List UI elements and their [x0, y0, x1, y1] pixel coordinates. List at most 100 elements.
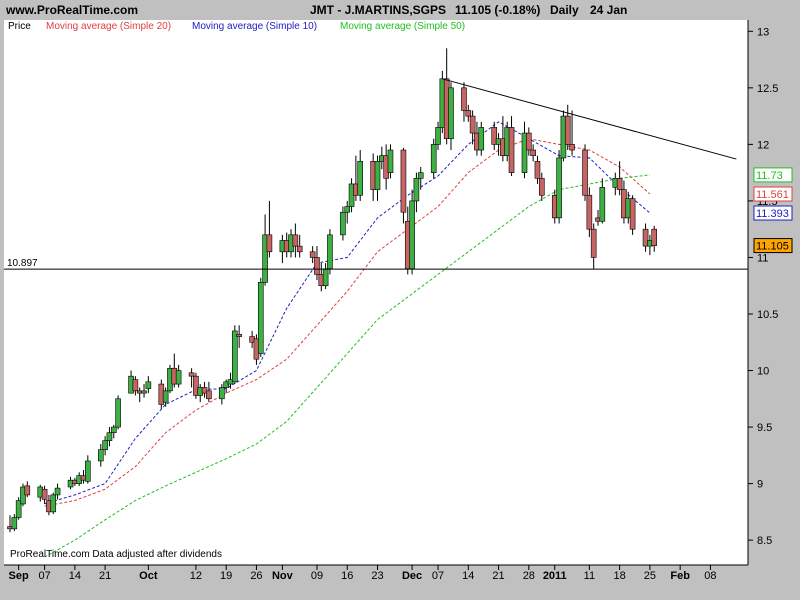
candle-body [582, 149, 588, 196]
y-tick-label: 9.5 [757, 422, 772, 434]
candle-body [538, 177, 545, 196]
candle [115, 395, 121, 430]
candle [50, 492, 57, 515]
candle-body [564, 115, 571, 145]
candle-body [526, 132, 532, 151]
candle-body [257, 282, 264, 354]
y-tick-label: 13 [757, 26, 769, 38]
candle-body [327, 234, 333, 270]
chart-window: www.ProRealTime.com JMT - J.MARTINS,SGPS… [0, 0, 800, 600]
value-labels: 11.73 11.561 11.393 11.105 [753, 167, 793, 254]
candle-body [478, 127, 485, 151]
candle-body [292, 234, 299, 247]
candle-body [448, 87, 454, 140]
x-tick-label: 21 [492, 570, 504, 582]
x-tick-label: 12 [190, 570, 202, 582]
candle-body [413, 177, 420, 202]
candle-body [569, 144, 575, 151]
candle [327, 229, 333, 275]
candle-body [54, 487, 61, 496]
x-tick-label: 07 [38, 570, 50, 582]
candle-body [266, 234, 273, 253]
y-tick-label: 10 [757, 366, 769, 378]
x-tick-label: Sep [9, 570, 29, 582]
x-tick-label: 08 [704, 570, 716, 582]
x-tick-label: 14 [69, 570, 81, 582]
candle-body [357, 161, 364, 196]
candle-body [106, 432, 113, 441]
candle-body [508, 127, 515, 173]
legend-item: Price [8, 21, 31, 32]
x-tick-label: 2011 [543, 570, 567, 582]
x-tick-label: 14 [462, 570, 474, 582]
price-chart[interactable]: 10.897 8.599.51010.51111.51212.513Sep 07 1… [0, 0, 800, 600]
x-tick-label: 11 [584, 570, 595, 582]
x-tick-label: 16 [341, 570, 353, 582]
candle-body [530, 149, 536, 156]
y-tick-label: 12 [757, 139, 769, 151]
footer-note: ProRealTime.com Data adjusted after divi… [10, 549, 222, 560]
candle-body [387, 149, 394, 173]
candle-body [309, 251, 316, 258]
current-value-label: 11.105 [753, 238, 793, 254]
candle-body [162, 390, 169, 403]
candle-body [188, 372, 195, 377]
candle-body [175, 370, 182, 385]
candle-body [110, 426, 117, 434]
candle-body [629, 198, 636, 230]
candle-body [296, 245, 303, 253]
candle-body [340, 211, 346, 236]
candle [409, 189, 415, 275]
candle-body [374, 161, 381, 190]
candle-body [344, 206, 351, 213]
candle-body [400, 149, 407, 213]
current-value-label: 11.393 [753, 205, 793, 221]
current-value-text: 11.561 [756, 189, 789, 201]
candle [257, 277, 264, 357]
candle [400, 147, 407, 224]
candle-body [145, 381, 152, 389]
x-tick-label: 26 [250, 570, 262, 582]
candle-body [461, 87, 467, 111]
current-value-text: 11.73 [756, 170, 783, 182]
y-tick-label: 9 [757, 479, 763, 491]
candle-body [11, 517, 18, 530]
y-tick-label: 10.5 [757, 309, 778, 321]
candle-body [556, 157, 562, 219]
candle-body [206, 390, 212, 400]
x-tick-label: 19 [220, 570, 232, 582]
x-tick-label: 09 [311, 570, 323, 582]
legend-item: Moving average (Simple 20) [46, 21, 171, 32]
candle-body [616, 177, 623, 190]
x-tick-label: 23 [371, 570, 383, 582]
current-value-text: 11.105 [756, 241, 789, 253]
candle-body [24, 485, 31, 496]
x-tick-label: Oct [139, 570, 158, 582]
candle-body [85, 460, 91, 482]
x-tick-label: 18 [613, 570, 625, 582]
candle-body [141, 390, 147, 394]
current-value-label: 11.561 [753, 186, 793, 202]
candle [582, 144, 588, 201]
legend: Price Moving average (Simple 20) Moving av… [8, 21, 465, 32]
candle-body [97, 449, 104, 462]
candle-body [469, 115, 476, 134]
support-line-label: 10.897 [7, 258, 38, 269]
x-tick-label: 07 [432, 570, 444, 582]
candle-body [314, 257, 320, 275]
candle [629, 195, 636, 235]
candle-body [41, 488, 48, 500]
y-tick-label: 8.5 [757, 535, 772, 547]
legend-item: Moving average (Simple 50) [340, 21, 465, 32]
x-tick-label: Dec [402, 570, 422, 582]
candle-body [322, 268, 329, 287]
candle-body [409, 200, 415, 270]
candle-body [236, 334, 242, 337]
x-tick-label: Feb [670, 570, 690, 582]
candle-body [534, 161, 541, 179]
y-tick-label: 12.5 [757, 83, 778, 95]
candle-body [599, 187, 606, 222]
x-tick-label: 25 [644, 570, 656, 582]
candle-body [50, 494, 57, 513]
plot-area [4, 20, 748, 565]
